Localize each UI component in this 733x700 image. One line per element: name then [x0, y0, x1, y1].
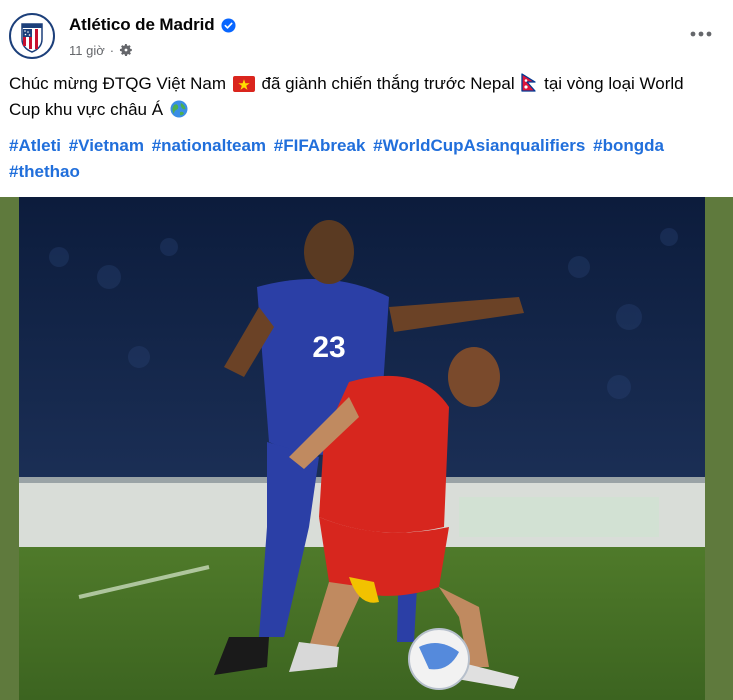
hashtag-link[interactable]: #bongda: [593, 136, 664, 155]
atletico-crest-logo: [21, 23, 43, 53]
post-photo[interactable]: 23: [19, 197, 705, 700]
post-media: 23: [0, 197, 733, 700]
post-timestamp[interactable]: 11 giờ: [69, 43, 105, 58]
post-message-part: Chúc mừng ĐTQG Việt Nam: [9, 74, 227, 93]
hashtag-link[interactable]: #Vietnam: [69, 136, 144, 155]
page-name-row: Atlético de Madrid: [69, 14, 236, 36]
post-meta: 11 giờ ·: [69, 41, 133, 59]
gear-icon[interactable]: [119, 43, 133, 57]
more-options-icon: [690, 31, 712, 37]
facebook-post: Atlético de Madrid 11 giờ · Chúc mừng ĐT…: [0, 0, 733, 700]
page-name-link[interactable]: Atlético de Madrid: [69, 15, 215, 35]
hashtag-link[interactable]: #FIFAbreak: [274, 136, 366, 155]
post-header: Atlético de Madrid 11 giờ ·: [0, 0, 733, 64]
hashtag-link[interactable]: #Atleti: [9, 136, 61, 155]
more-options-button[interactable]: [683, 20, 719, 48]
post-message-part: đã giành chiến thắng trước Nepal: [261, 74, 515, 93]
page-avatar[interactable]: [9, 13, 55, 59]
hashtag-link[interactable]: #nationalteam: [152, 136, 266, 155]
hashtag-list: #Atleti #Vietnam #nationalteam #FIFAbrea…: [9, 133, 719, 185]
post-message: Chúc mừng ĐTQG Việt Nam đã giành chiến t…: [9, 71, 709, 123]
vietnam-flag-icon: [232, 76, 255, 92]
meta-separator: ·: [109, 42, 115, 58]
football-match-photo: 23: [19, 197, 705, 700]
jersey-number: 23: [312, 331, 345, 364]
hashtag-link[interactable]: #thethao: [9, 162, 80, 181]
globe-icon: [170, 100, 188, 118]
verified-badge-icon: [221, 17, 236, 33]
hashtag-link[interactable]: #WorldCupAsianqualifiers: [373, 136, 585, 155]
nepal-flag-icon: [521, 73, 537, 92]
